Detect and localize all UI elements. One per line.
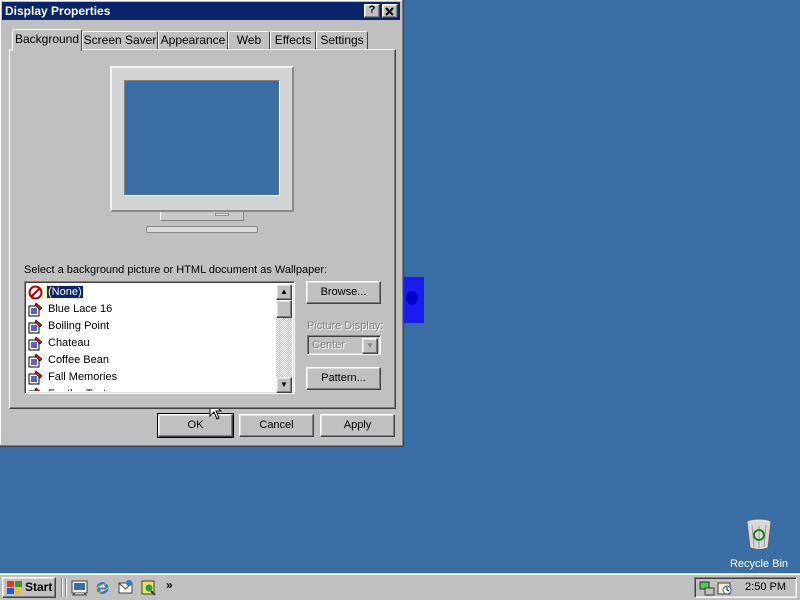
show-desktop-icon[interactable]: [71, 579, 88, 596]
list-item-label: FeatherTexture: [47, 388, 123, 391]
start-button[interactable]: Start: [2, 577, 56, 598]
tab-web[interactable]: Web: [228, 31, 270, 50]
outlook-express-icon[interactable]: [117, 579, 134, 596]
scroll-thumb[interactable]: [276, 300, 292, 318]
network-icon[interactable]: [699, 581, 715, 596]
tab-appearance[interactable]: Appearance: [158, 31, 228, 50]
scroll-up-button[interactable]: ▲: [276, 284, 292, 300]
close-button[interactable]: [382, 4, 398, 18]
list-item[interactable]: Fall Memories: [27, 369, 277, 386]
title-bar[interactable]: Display Properties ?: [2, 2, 400, 20]
none-icon: [28, 285, 43, 300]
display-properties-dialog: Display Properties ? Background Screen S…: [0, 0, 404, 447]
chevron-down-icon[interactable]: ▼: [362, 338, 378, 354]
monitor-led: [215, 213, 229, 216]
quick-launch-more[interactable]: »: [166, 578, 173, 592]
list-item-label: Fall Memories: [48, 371, 118, 383]
tab-screen-saver[interactable]: Screen Saver: [82, 31, 158, 50]
help-button[interactable]: ?: [364, 4, 380, 18]
paint-icon: [28, 302, 43, 317]
list-item-label: Boiling Point: [48, 320, 110, 332]
list-item[interactable]: (None): [27, 284, 277, 301]
monitor-base: [146, 226, 258, 233]
browse-button[interactable]: Browse...: [306, 281, 381, 304]
list-item-label: (None): [46, 285, 84, 299]
pattern-button[interactable]: Pattern...: [306, 367, 381, 390]
monitor-preview-screen: [124, 80, 280, 196]
start-label: Start: [25, 580, 53, 594]
recycle-bin[interactable]: Recycle Bin: [724, 517, 794, 570]
recycle-bin-icon: [746, 518, 772, 550]
paint-icon: [28, 336, 43, 351]
list-item-label: Blue Lace 16: [48, 303, 113, 315]
apply-button[interactable]: Apply: [320, 414, 395, 437]
monitor-preview: [110, 66, 294, 212]
paint-icon: [28, 319, 43, 334]
picture-display-value: Center: [312, 339, 346, 351]
window-title: Display Properties: [5, 4, 111, 18]
picture-display-select[interactable]: Center ▼: [307, 335, 381, 355]
internet-explorer-icon[interactable]: [94, 579, 111, 596]
list-item[interactable]: Blue Lace 16: [27, 301, 277, 318]
monitor-stand: [160, 212, 244, 221]
paint-icon: [28, 387, 41, 391]
desktop-artifact: [404, 277, 424, 323]
windows-logo-icon: [7, 581, 22, 594]
list-item-label: Chateau: [48, 337, 90, 349]
system-tray: 2:50 PM: [694, 577, 797, 598]
list-item[interactable]: Coffee Bean: [27, 352, 277, 369]
list-item[interactable]: Boiling Point: [27, 318, 277, 335]
clock[interactable]: 2:50 PM: [745, 581, 786, 593]
vertical-scrollbar[interactable]: ▲ ▼: [276, 284, 292, 393]
paint-icon: [28, 370, 43, 385]
taskbar-separator: [65, 578, 67, 597]
paint-icon: [28, 353, 43, 368]
list-item[interactable]: FeatherTexture: [27, 386, 277, 391]
picture-display-label: Picture Display:: [307, 320, 384, 332]
channels-icon[interactable]: [140, 579, 157, 596]
list-item[interactable]: Chateau: [27, 335, 277, 352]
close-icon: [385, 7, 394, 16]
list-item-label: Coffee Bean: [48, 354, 109, 366]
recycle-bin-label: Recycle Bin: [729, 558, 789, 570]
taskbar: Start » 2:50 PM: [0, 573, 800, 600]
scroll-down-button[interactable]: ▼: [276, 377, 292, 393]
tab-background[interactable]: Background: [12, 29, 82, 51]
tab-effects[interactable]: Effects: [270, 31, 316, 50]
wallpaper-label: Select a background picture or HTML docu…: [24, 264, 328, 276]
taskbar-separator: [61, 578, 63, 597]
background-tab-panel: Select a background picture or HTML docu…: [9, 49, 396, 409]
scheduler-icon[interactable]: [717, 581, 733, 596]
wallpaper-list-items: (None) Blue Lace 16 Boiling Point Chateau Co…: [27, 284, 277, 391]
cancel-button[interactable]: Cancel: [239, 414, 314, 437]
tab-settings[interactable]: Settings: [316, 31, 368, 50]
wallpaper-list[interactable]: (None) Blue Lace 16 Boiling Point Chateau Co…: [24, 281, 295, 394]
